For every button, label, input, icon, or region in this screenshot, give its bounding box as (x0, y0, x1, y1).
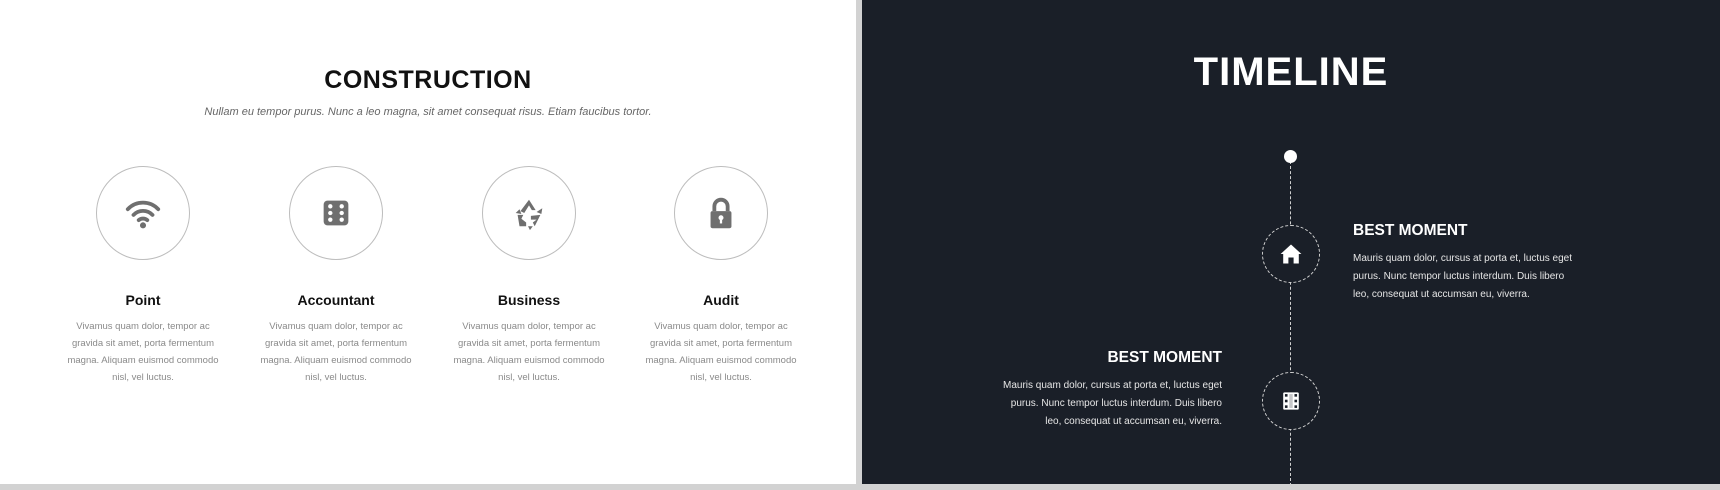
timeline-item-title: BEST MOMENT (1353, 222, 1468, 239)
feature-icon-circle (96, 166, 190, 260)
construction-slide[interactable]: CONSTRUCTION Nullam eu tempor purus. Nun… (0, 0, 856, 484)
feature-text: Vivamus quam dolor, tempor ac gravida si… (260, 321, 412, 383)
timeline-item-2: BEST MOMENT Mauris quam dolor, cursus at… (992, 349, 1222, 431)
feature-accountant: Accountant Vivamus quam dolor, tempor ac… (246, 166, 426, 386)
feature-text: Vivamus quam dolor, tempor ac gravida si… (645, 321, 797, 383)
feature-icon-circle (482, 166, 576, 260)
feature-point: Point Vivamus quam dolor, tempor ac grav… (53, 166, 233, 386)
timeline-line (1290, 156, 1291, 486)
slide-title: CONSTRUCTION (324, 66, 532, 94)
feature-icon-circle (674, 166, 768, 260)
feature-title: Business (497, 292, 561, 308)
feature-text: Vivamus quam dolor, tempor ac gravida si… (67, 321, 219, 383)
feature-text: Vivamus quam dolor, tempor ac gravida si… (453, 321, 605, 383)
presentation-canvas: CONSTRUCTION Nullam eu tempor purus. Nun… (0, 0, 1720, 490)
feature-audit: Audit Vivamus quam dolor, tempor ac grav… (631, 166, 811, 386)
lock-icon (710, 197, 732, 229)
feature-title: Audit (703, 292, 739, 308)
slide-subtitle: Nullam eu tempor purus. Nunc a leo magna… (204, 106, 652, 118)
slide-title: TIMELINE (1193, 50, 1389, 94)
recycle-icon (515, 199, 543, 231)
feature-title: Point (125, 292, 161, 308)
film-icon (1283, 392, 1299, 410)
timeline-item-text: Mauris quam dolor, cursus at porta et, l… (1003, 380, 1222, 427)
timeline-slide[interactable]: TIMELINE BEST MOMENT Mauris quam dolor, … (862, 0, 1720, 486)
feature-icon-circle (289, 166, 383, 260)
timeline-node-1 (1262, 225, 1320, 283)
timeline-item-1: BEST MOMENT Mauris quam dolor, cursus at… (1353, 222, 1583, 304)
timeline-start-dot (1284, 150, 1297, 163)
timeline-node-2 (1262, 372, 1320, 430)
timeline-item-title: BEST MOMENT (1107, 349, 1222, 366)
home-icon (1280, 244, 1302, 264)
feature-title: Accountant (297, 292, 375, 308)
timeline-item-text: Mauris quam dolor, cursus at porta et, l… (1353, 253, 1572, 300)
wifi-icon (125, 200, 161, 229)
dice-icon (323, 200, 349, 226)
feature-business: Business Vivamus quam dolor, tempor ac g… (439, 166, 619, 386)
